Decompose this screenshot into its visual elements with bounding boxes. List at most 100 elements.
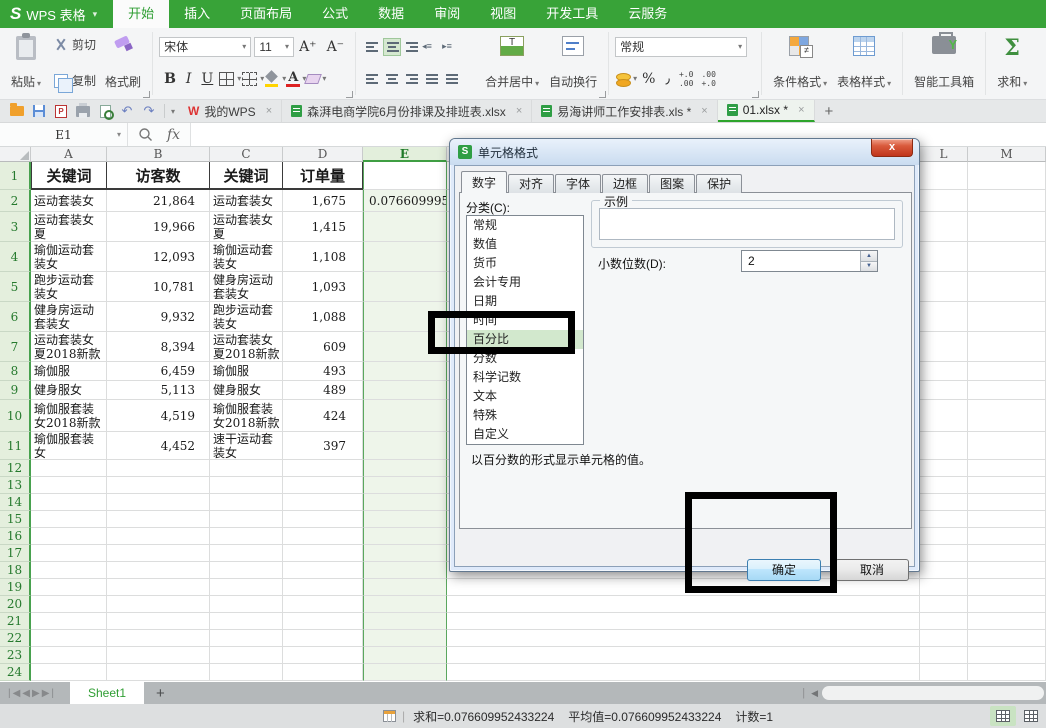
open-button[interactable] (7, 102, 27, 120)
cell-B8[interactable]: 6,459 (107, 362, 210, 381)
copy-button[interactable]: 复制 (50, 70, 100, 92)
cell-M13[interactable] (968, 477, 1046, 494)
cell-A4[interactable]: 瑜伽运动套装女 (31, 242, 107, 272)
currency-icon[interactable] (615, 71, 631, 87)
cell-M8[interactable] (968, 362, 1046, 381)
draw-border-icon[interactable] (242, 72, 257, 86)
page-layout-view-button[interactable] (1018, 706, 1044, 726)
row-header-4[interactable]: 4 (0, 242, 31, 272)
percent-style-button[interactable]: % (637, 71, 660, 87)
cell-L5[interactable] (920, 272, 968, 302)
last-sheet-icon[interactable]: ▶| (42, 688, 56, 699)
cell-L24[interactable] (920, 664, 968, 681)
cell-D1[interactable]: 订单量 (283, 162, 363, 190)
cell-D6[interactable]: 1,088 (283, 302, 363, 332)
menu-tab-公式[interactable]: 公式 (307, 0, 363, 28)
cell-B10[interactable]: 4,519 (107, 400, 210, 432)
cut-button[interactable]: 剪切 (50, 34, 100, 56)
cell-D7[interactable]: 609 (283, 332, 363, 362)
align-middle-icon[interactable] (383, 38, 401, 56)
cell-hidden[interactable] (447, 664, 920, 681)
increase-decimal-icon[interactable]: +.0.00 (675, 70, 697, 88)
cell-D14[interactable] (283, 494, 363, 511)
dialog-launcher-icon[interactable] (143, 91, 150, 98)
cell-D21[interactable] (283, 613, 363, 630)
row-header-2[interactable]: 2 (0, 190, 31, 212)
row-header-15[interactable]: 15 (0, 511, 31, 528)
cell-D12[interactable] (283, 460, 363, 477)
cell-C1[interactable]: 关键词 (210, 162, 283, 190)
cell-M6[interactable] (968, 302, 1046, 332)
category-item-数值[interactable]: 数值 (467, 235, 583, 254)
cell-L19[interactable] (920, 579, 968, 596)
cell-C2[interactable]: 运动套装女 (210, 190, 283, 212)
increase-font-button[interactable]: A⁺ (294, 39, 322, 55)
cell-L13[interactable] (920, 477, 968, 494)
cell-M22[interactable] (968, 630, 1046, 647)
cell-E21[interactable] (363, 613, 447, 630)
cell-D10[interactable]: 424 (283, 400, 363, 432)
decrease-font-button[interactable]: A⁻ (322, 39, 350, 55)
menu-tab-视图[interactable]: 视图 (475, 0, 531, 28)
cell-C21[interactable] (210, 613, 283, 630)
cell-C16[interactable] (210, 528, 283, 545)
cell-B21[interactable] (107, 613, 210, 630)
cell-A9[interactable]: 健身服女 (31, 381, 107, 400)
cell-L8[interactable] (920, 362, 968, 381)
cell-B23[interactable] (107, 647, 210, 664)
cell-hidden[interactable] (447, 579, 920, 596)
cell-M16[interactable] (968, 528, 1046, 545)
merge-center-button[interactable]: T 合并居中▾ (480, 33, 544, 93)
cell-E19[interactable] (363, 579, 447, 596)
cell-C14[interactable] (210, 494, 283, 511)
cell-C13[interactable] (210, 477, 283, 494)
decimal-places-stepper[interactable]: 2 ▲ ▼ (741, 250, 878, 272)
prev-sheet-icon[interactable]: ◀ (22, 688, 32, 699)
scroll-divider[interactable]: | (802, 687, 805, 699)
cell-C7[interactable]: 运动套装女夏2018新款 (210, 332, 283, 362)
cell-B14[interactable] (107, 494, 210, 511)
align-distributed-icon[interactable] (443, 70, 461, 88)
cell-E1[interactable] (363, 162, 447, 190)
cell-L1[interactable] (920, 162, 968, 190)
column-header-C[interactable]: C (210, 147, 283, 162)
cell-D11[interactable]: 397 (283, 432, 363, 460)
cell-A2[interactable]: 运动套装女 (31, 190, 107, 212)
cell-A8[interactable]: 瑜伽服 (31, 362, 107, 381)
cell-A22[interactable] (31, 630, 107, 647)
scroll-left-icon[interactable]: ◀ (811, 688, 818, 699)
cell-hidden[interactable] (447, 613, 920, 630)
cell-B3[interactable]: 19,966 (107, 212, 210, 242)
dialog-launcher-icon[interactable] (346, 91, 353, 98)
cell-E15[interactable] (363, 511, 447, 528)
borders-icon[interactable] (219, 72, 234, 86)
cell-D20[interactable] (283, 596, 363, 613)
cell-E14[interactable] (363, 494, 447, 511)
logo-dropdown-icon[interactable]: ▾ (93, 9, 98, 20)
fill-color-icon[interactable] (264, 71, 280, 87)
cell-A1[interactable]: 关键词 (31, 162, 107, 190)
cell-E18[interactable] (363, 562, 447, 579)
cell-L23[interactable] (920, 647, 968, 664)
cell-E11[interactable] (363, 432, 447, 460)
row-header-19[interactable]: 19 (0, 579, 31, 596)
cell-E13[interactable] (363, 477, 447, 494)
dialog-tab-对齐[interactable]: 对齐 (508, 174, 554, 193)
cell-A11[interactable]: 瑜伽服套装女 (31, 432, 107, 460)
dialog-tab-字体[interactable]: 字体 (555, 174, 601, 193)
wrap-text-button[interactable]: 自动换行 (544, 33, 602, 93)
cell-L14[interactable] (920, 494, 968, 511)
cell-E5[interactable] (363, 272, 447, 302)
dialog-title-bar[interactable]: S 单元格格式 x (450, 139, 919, 165)
category-item-文本[interactable]: 文本 (467, 387, 583, 406)
sum-button[interactable]: Σ 求和▾ (992, 33, 1032, 93)
cell-C19[interactable] (210, 579, 283, 596)
column-header-M[interactable]: M (968, 147, 1046, 162)
horizontal-scrollbar[interactable] (822, 686, 1044, 700)
cell-hidden[interactable] (447, 630, 920, 647)
cell-A7[interactable]: 运动套装女夏2018新款 (31, 332, 107, 362)
cell-C11[interactable]: 速干运动套装女 (210, 432, 283, 460)
cell-E3[interactable] (363, 212, 447, 242)
category-item-科学记数[interactable]: 科学记数 (467, 368, 583, 387)
row-header-23[interactable]: 23 (0, 647, 31, 664)
